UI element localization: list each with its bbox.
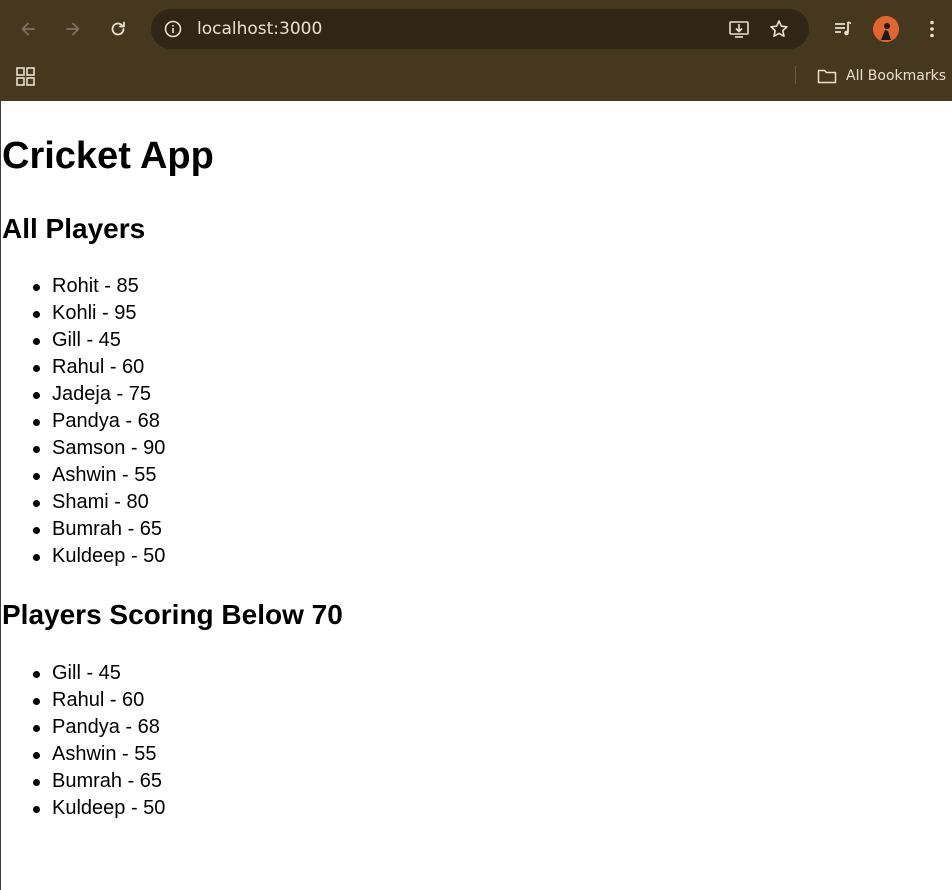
list-item: Kohli - 95: [32, 300, 165, 327]
reload-button[interactable]: [102, 13, 134, 45]
all-bookmarks-button[interactable]: All Bookmarks: [817, 66, 946, 86]
reload-icon: [111, 21, 125, 36]
star-icon[interactable]: [767, 17, 791, 41]
profile-avatar[interactable]: [873, 16, 899, 42]
all-players-heading: All Players: [2, 213, 146, 244]
arrow-right-icon: [66, 22, 80, 36]
back-button[interactable]: [12, 13, 44, 45]
list-item: Samson - 90: [32, 435, 165, 462]
list-item: Gill - 45: [32, 660, 165, 687]
list-item: Rahul - 60: [32, 687, 165, 714]
install-app-icon[interactable]: [727, 17, 751, 41]
bookmarks-bar: All Bookmarks: [0, 58, 952, 101]
list-item: Bumrah - 65: [32, 768, 165, 795]
browser-chrome: localhost:3000 All Bookmarks: [0, 0, 952, 101]
browser-toolbar: localhost:3000: [0, 0, 952, 58]
bookmarks-divider: [795, 66, 796, 84]
user-icon: [873, 16, 899, 42]
forward-button[interactable]: [57, 13, 89, 45]
list-item: Bumrah - 65: [32, 516, 165, 543]
list-item: Kuldeep - 50: [32, 543, 165, 570]
below-70-list: Gill - 45 Rahul - 60 Pandya - 68 Ashwin - 5…: [32, 660, 165, 822]
list-item: Pandya - 68: [32, 408, 165, 435]
url-text[interactable]: localhost:3000: [197, 19, 322, 39]
address-bar[interactable]: localhost:3000: [151, 9, 809, 49]
info-icon[interactable]: [163, 19, 183, 39]
page-title: Cricket App: [2, 135, 214, 177]
list-item: Pandya - 68: [32, 714, 165, 741]
apps-grid-icon[interactable]: [15, 66, 37, 88]
list-item: Shami - 80: [32, 489, 165, 516]
arrow-left-icon: [21, 22, 35, 36]
media-queue-icon[interactable]: [829, 15, 857, 43]
list-item: Jadeja - 75: [32, 381, 165, 408]
all-players-list: Rohit - 85 Kohli - 95 Gill - 45 Rahul - 60 J…: [32, 273, 165, 570]
list-item: Rahul - 60: [32, 354, 165, 381]
list-item: Ashwin - 55: [32, 741, 165, 768]
kebab-menu-icon[interactable]: [918, 15, 946, 43]
folder-icon: [817, 69, 837, 84]
list-item: Ashwin - 55: [32, 462, 165, 489]
page-content: Cricket App All Players Rohit - 85 Kohli …: [0, 101, 952, 890]
list-item: Gill - 45: [32, 327, 165, 354]
list-item: Rohit - 85: [32, 273, 165, 300]
all-bookmarks-label: All Bookmarks: [846, 68, 947, 84]
list-item: Kuldeep - 50: [32, 795, 165, 822]
below-70-heading: Players Scoring Below 70: [2, 599, 343, 630]
